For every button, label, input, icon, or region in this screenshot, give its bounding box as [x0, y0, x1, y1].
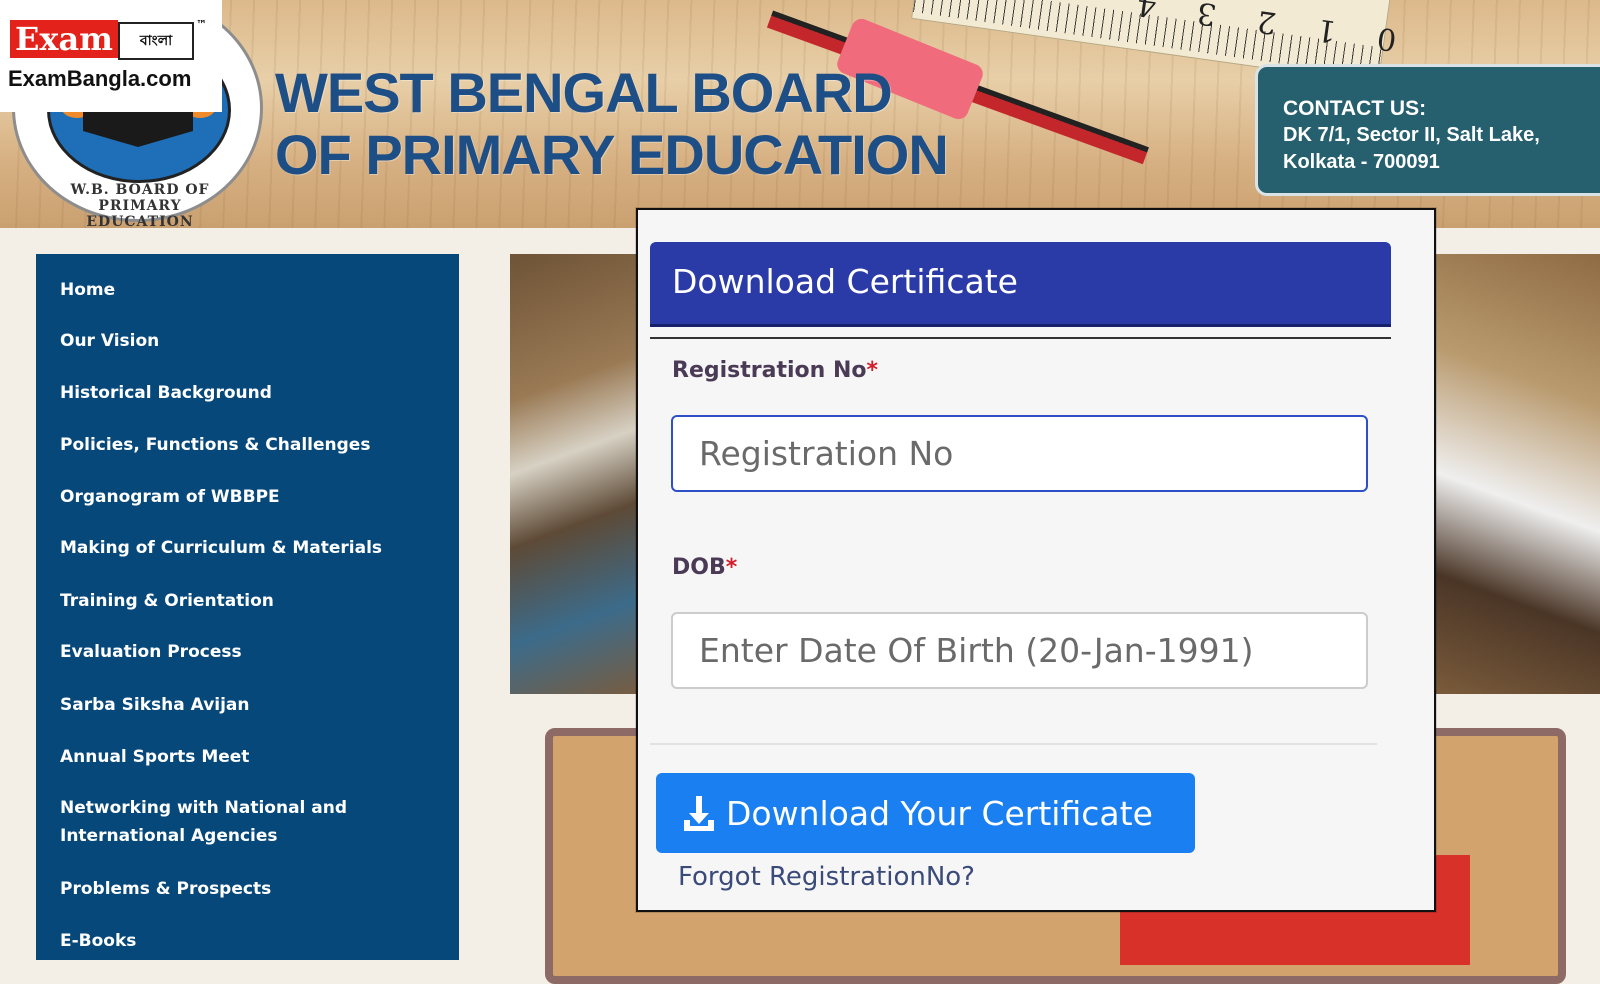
- sidebar-item-policies[interactable]: Policies, Functions & Challenges: [60, 431, 440, 459]
- modal-header: Download Certificate: [650, 242, 1391, 327]
- sidebar-item-evaluation[interactable]: Evaluation Process: [60, 638, 440, 666]
- sidebar-item-organogram[interactable]: Organogram of WBBPE: [60, 483, 440, 511]
- dob-input[interactable]: [671, 612, 1368, 689]
- modal-header-divider: [650, 337, 1391, 339]
- seal-text: W.B. BOARD OF PRIMARY EDUCATION: [70, 182, 210, 228]
- contact-title: CONTACT US:: [1283, 97, 1427, 120]
- registration-label-text: Registration No: [672, 358, 867, 383]
- contact-box: CONTACT US: DK 7/1, Sector II, Salt Lake…: [1255, 64, 1600, 196]
- sidebar-item-home[interactable]: Home: [60, 276, 440, 304]
- sidebar-item-networking-line1: Networking with National and: [60, 798, 348, 818]
- brand-bangla-text: বাংলা: [118, 22, 194, 60]
- sidebar-item-historical-background[interactable]: Historical Background: [60, 379, 440, 407]
- download-icon: [682, 794, 716, 832]
- contact-address-line1: DK 7/1, Sector II, Salt Lake,: [1283, 124, 1540, 146]
- brand-url: ExamBangla.com: [8, 66, 192, 91]
- required-asterisk: *: [866, 358, 878, 383]
- sidebar-item-our-vision[interactable]: Our Vision: [60, 327, 440, 355]
- download-certificate-button[interactable]: Download Your Certificate: [656, 773, 1195, 853]
- registration-no-input[interactable]: [671, 415, 1368, 492]
- sidebar-item-problems[interactable]: Problems & Prospects: [60, 875, 440, 903]
- board-title: WEST BENGAL BOARD OF PRIMARY EDUCATION: [275, 61, 949, 186]
- modal-divider: [650, 743, 1377, 745]
- registration-label: Registration No*: [672, 358, 878, 383]
- brand-exam-text: Exam: [10, 20, 118, 58]
- board-title-line2: OF PRIMARY EDUCATION: [275, 123, 949, 186]
- brand-trademark: ™: [196, 18, 207, 31]
- sidebar-item-curriculum[interactable]: Making of Curriculum & Materials: [60, 534, 440, 562]
- sidebar-item-ebooks[interactable]: E-Books: [60, 927, 440, 955]
- required-asterisk: *: [725, 555, 738, 580]
- forgot-registration-link[interactable]: Forgot RegistrationNo?: [678, 862, 975, 892]
- sidebar-item-training[interactable]: Training & Orientation: [60, 587, 440, 615]
- classroom-photo-right: [1420, 254, 1600, 694]
- sidebar-item-sarba-siksha[interactable]: Sarba Siksha Avijan: [60, 691, 440, 719]
- sidebar-item-networking-line2: International Agencies: [60, 826, 278, 846]
- dob-label: DOB*: [672, 555, 737, 580]
- sidebar-nav: Home Our Vision Historical Background Po…: [36, 254, 459, 960]
- contact-address-line2: Kolkata - 700091: [1283, 151, 1440, 173]
- classroom-photo-left: [510, 254, 650, 694]
- site-header: 0 1 2 3 4 W.B. BOARD OF PRIMARY EDUCATIO…: [0, 0, 1600, 228]
- dob-label-text: DOB: [672, 555, 726, 580]
- download-certificate-modal: Download Certificate Registration No* DO…: [636, 208, 1436, 912]
- sidebar-item-networking[interactable]: Networking with National and Internation…: [60, 794, 440, 850]
- exambangla-logo[interactable]: Exam বাংলা ™ ExamBangla.com: [0, 0, 222, 112]
- board-title-line1: WEST BENGAL BOARD: [275, 61, 893, 124]
- download-button-label: Download Your Certificate: [726, 793, 1153, 833]
- modal-title: Download Certificate: [672, 262, 1018, 301]
- sidebar-item-sports-meet[interactable]: Annual Sports Meet: [60, 743, 440, 771]
